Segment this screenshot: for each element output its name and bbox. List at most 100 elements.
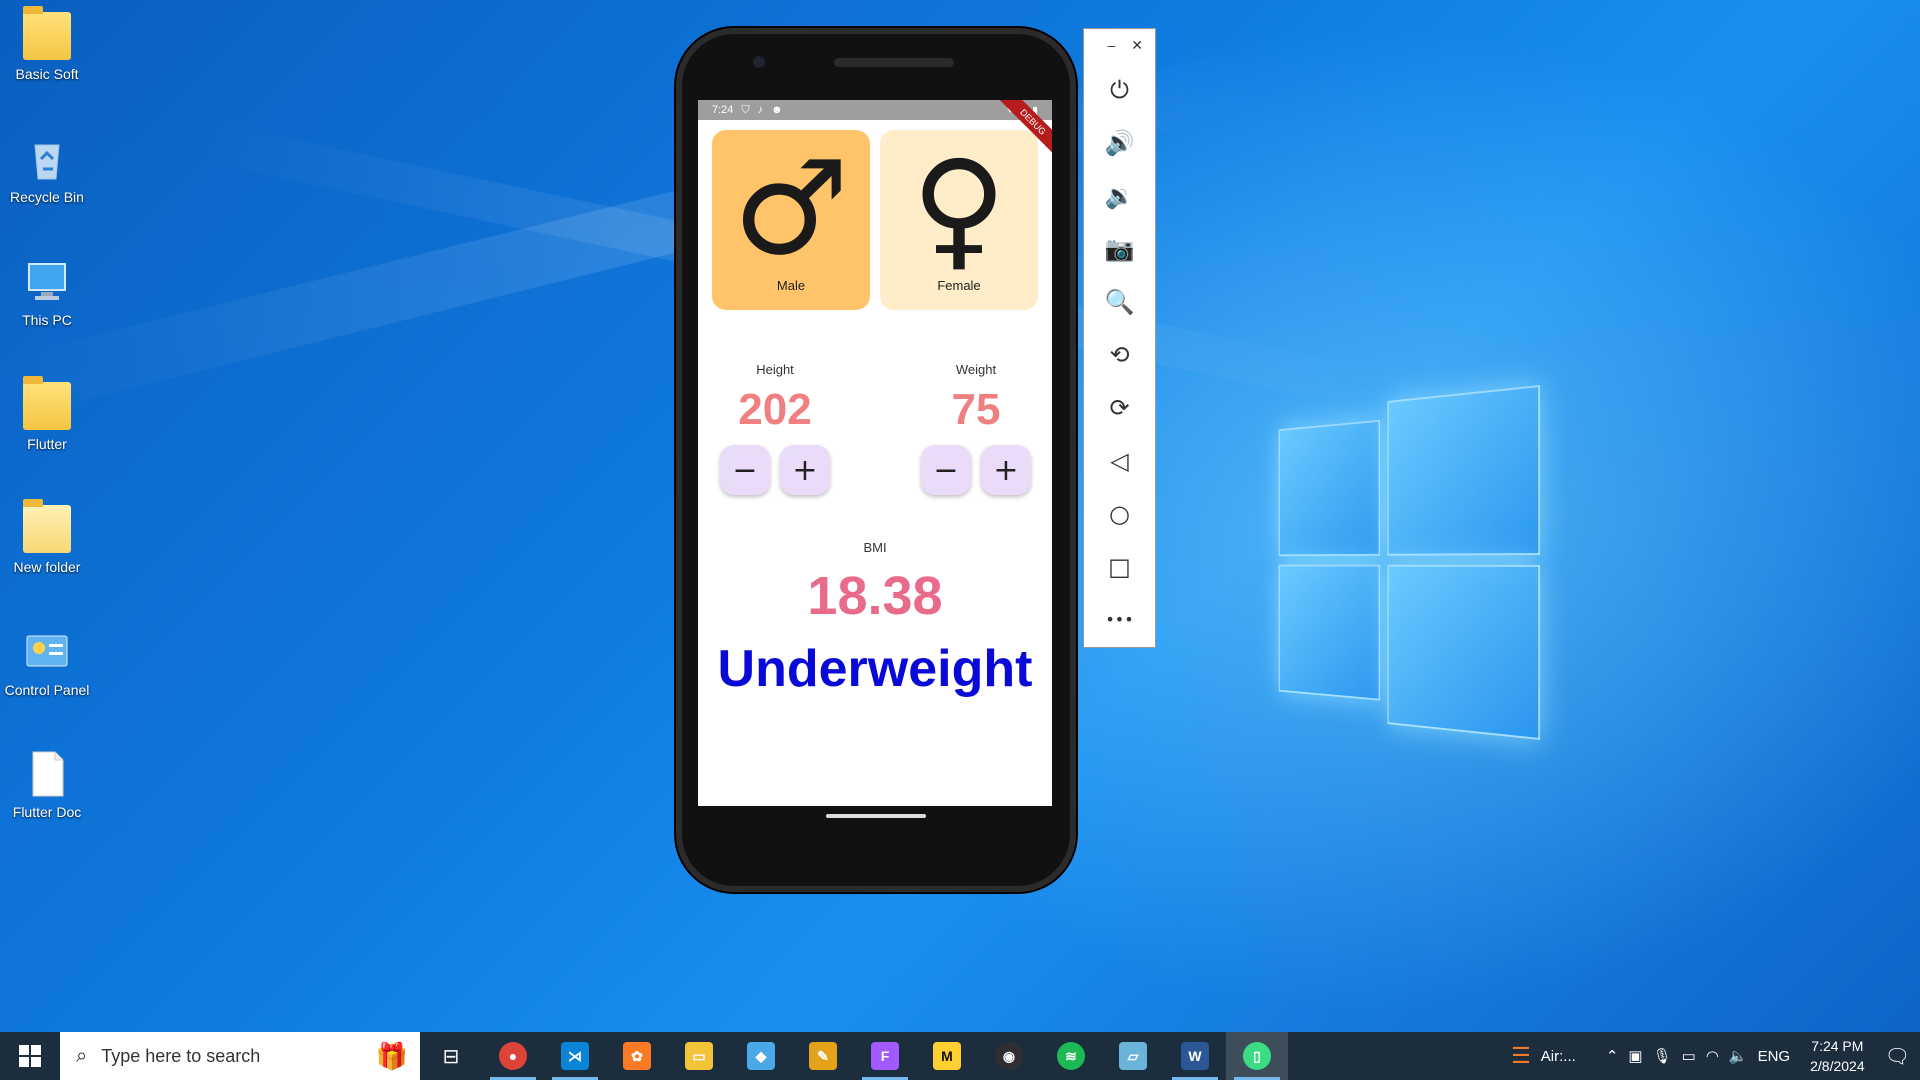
desktop-icon-this-pc[interactable]: This PC — [0, 258, 94, 328]
clock-time: 7:24 PM — [1811, 1038, 1864, 1054]
task-view-button[interactable]: ⊟ — [420, 1032, 482, 1080]
system-tray: ☰ Air:... ⌃ ▣ 🎙 ▭ ◠ 🔈 ENG 7:24 PM 2/8/20… — [1511, 1032, 1920, 1080]
minimize-button[interactable]: – — [1107, 37, 1115, 63]
mic-icon: ♪ — [757, 104, 764, 116]
document-icon — [23, 750, 71, 798]
taskbar-app-tools[interactable]: ✎ — [792, 1032, 854, 1080]
control-panel-icon — [23, 628, 71, 676]
height-label: Height — [756, 362, 794, 377]
taskbar-app-notepad[interactable]: ▱ — [1102, 1032, 1164, 1080]
volume-down-icon[interactable]: 🔉 — [1084, 169, 1155, 222]
computer-icon — [23, 258, 71, 306]
weather-icon: ☰ — [1511, 1043, 1531, 1068]
chevron-up-icon[interactable]: ⌃ — [1606, 1047, 1619, 1065]
desktop-icon-new-folder[interactable]: New folder — [0, 499, 94, 575]
taskbar-app-xampp[interactable]: ✿ — [606, 1032, 668, 1080]
clock[interactable]: 7:24 PM 2/8/2024 — [1800, 1036, 1875, 1076]
volume-up-icon[interactable]: 🔊 — [1084, 116, 1155, 169]
search-highlight-icon: 🎁 — [375, 1040, 408, 1071]
taskbar-app-file-explorer[interactable]: ▭ — [668, 1032, 730, 1080]
battery-icon[interactable]: ▭ — [1682, 1047, 1696, 1065]
folder-icon — [23, 499, 71, 553]
desktop-icon-label: Flutter Doc — [12, 804, 82, 820]
desktop-icon-label: This PC — [22, 312, 72, 328]
cube-icon: ◆ — [747, 1042, 775, 1070]
home-icon[interactable]: ○ — [1084, 487, 1155, 540]
taskbar-app-vscode[interactable]: ⋊ — [544, 1032, 606, 1080]
desktop-icon-flutter[interactable]: Flutter — [0, 376, 94, 452]
phone-screen: 7:24 ⛉ ♪ ☻ ▼ ◢ ▮ DEBUG ♂ Male ♀ Female H… — [698, 100, 1052, 806]
spotify-icon: ≋ — [1057, 1042, 1085, 1070]
chrome-icon: ● — [499, 1042, 527, 1070]
miro-icon: M — [933, 1042, 961, 1070]
weight-decrement-button[interactable]: − — [921, 445, 971, 495]
power-icon[interactable]: ⏻ — [1084, 63, 1155, 116]
close-button[interactable]: ✕ — [1131, 37, 1143, 63]
female-card[interactable]: ♀ Female — [880, 130, 1038, 310]
rotate-right-icon[interactable]: ⟳ — [1084, 381, 1155, 434]
volume-icon[interactable]: 🔈 — [1729, 1047, 1748, 1065]
taskbar-app-word[interactable]: W — [1164, 1032, 1226, 1080]
camera-icon[interactable]: 📷 — [1084, 222, 1155, 275]
microphone-icon[interactable]: 🎙 — [1653, 1047, 1672, 1065]
more-icon[interactable]: ••• — [1084, 593, 1155, 646]
bmi-status: Underweight — [717, 640, 1033, 698]
figma-icon: F — [871, 1042, 899, 1070]
desktop-icon-flutter-doc[interactable]: Flutter Doc — [0, 750, 94, 820]
wifi-icon[interactable]: ◠ — [1706, 1047, 1719, 1065]
male-card[interactable]: ♂ Male — [712, 130, 870, 310]
notification-icon[interactable]: 🗨 — [1885, 1044, 1910, 1069]
female-symbol-icon: ♀ — [911, 131, 1007, 284]
search-icon: ⌕ — [76, 1044, 88, 1067]
recycle-bin-icon — [23, 135, 71, 183]
taskbar-app-chrome[interactable]: ● — [482, 1032, 544, 1080]
taskbar-app-miro[interactable]: M — [916, 1032, 978, 1080]
desktop-icon-recycle-bin[interactable]: Recycle Bin — [0, 135, 94, 205]
bmi-result: BMI 18.38 Underweight — [698, 540, 1052, 699]
weight-label: Weight — [955, 362, 997, 377]
windows-start-icon — [19, 1045, 41, 1067]
male-symbol-icon: ♂ — [732, 131, 850, 284]
desktop-icon-basic-soft[interactable]: Basic Soft — [0, 6, 94, 82]
taskbar-app-figma[interactable]: F — [854, 1032, 916, 1080]
gesture-nav-pill[interactable] — [826, 814, 926, 818]
android-emulator-device: 7:24 ⛉ ♪ ☻ ▼ ◢ ▮ DEBUG ♂ Male ♀ Female H… — [676, 28, 1076, 892]
gender-selector: ♂ Male ♀ Female — [712, 130, 1038, 310]
face-icon: ☻ — [771, 104, 783, 116]
desktop-icon-control-panel[interactable]: Control Panel — [0, 628, 94, 698]
taskbar-app-spotify[interactable]: ≋ — [1040, 1032, 1102, 1080]
earpiece-speaker — [834, 58, 954, 67]
taskbar-search-box[interactable]: ⌕ Type here to search 🎁 — [60, 1032, 420, 1080]
language-indicator[interactable]: ENG — [1758, 1048, 1791, 1065]
desktop-icon-label: New folder — [13, 559, 81, 575]
windows-logo-wallpaper — [1278, 385, 1540, 740]
taskbar-app-android-emulator[interactable]: ▯ — [1226, 1032, 1288, 1080]
tools-icon: ✎ — [809, 1042, 837, 1070]
taskbar-app-cube[interactable]: ◆ — [730, 1032, 792, 1080]
female-label: Female — [937, 277, 981, 293]
desktop-icon-label: Flutter — [27, 436, 67, 452]
zoom-icon[interactable]: 🔍 — [1084, 275, 1155, 328]
male-label: Male — [776, 277, 806, 293]
desktop-icon-label: Control Panel — [4, 682, 90, 698]
clock-date: 2/8/2024 — [1810, 1058, 1865, 1074]
weight-increment-button[interactable]: + — [981, 445, 1031, 495]
obs-icon: ◉ — [995, 1042, 1023, 1070]
search-placeholder: Type here to search — [101, 1045, 261, 1066]
weight-value: 75 — [951, 385, 1001, 434]
status-time: 7:24 — [712, 104, 734, 116]
back-icon[interactable]: ◁ — [1084, 434, 1155, 487]
overview-icon[interactable]: □ — [1084, 540, 1155, 593]
height-decrement-button[interactable]: − — [720, 445, 770, 495]
start-button[interactable] — [0, 1032, 60, 1080]
height-section: Height 202 − + — [715, 362, 835, 495]
height-increment-button[interactable]: + — [780, 445, 830, 495]
emulator-toolbar: – ✕ ⏻ 🔊 🔉 📷 🔍 ⟲ ⟳ ◁ ○ □ ••• — [1083, 28, 1156, 648]
vscode-icon: ⋊ — [561, 1042, 589, 1070]
status-bar: 7:24 ⛉ ♪ ☻ ▼ ◢ ▮ — [698, 100, 1052, 120]
taskbar-app-obs[interactable]: ◉ — [978, 1032, 1040, 1080]
rotate-left-icon[interactable]: ⟲ — [1084, 328, 1155, 381]
weather-label[interactable]: Air:... — [1541, 1048, 1576, 1065]
desktop-icon-label: Recycle Bin — [10, 189, 84, 205]
meet-icon[interactable]: ▣ — [1628, 1047, 1642, 1065]
